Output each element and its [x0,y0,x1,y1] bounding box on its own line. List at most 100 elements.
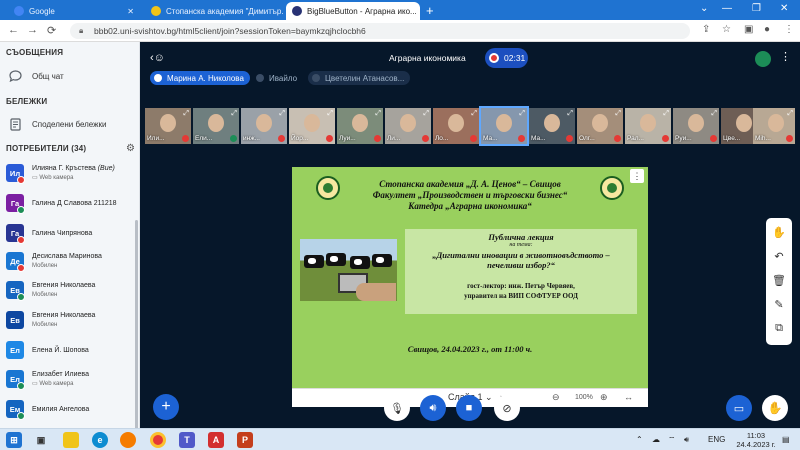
fit-width-icon[interactable]: ↔ [624,392,633,402]
user-list-item[interactable]: Де Десислава Маринова Мобилен [6,250,134,272]
edge-icon[interactable]: e [92,432,108,448]
user-list-item[interactable]: Ил Илияна Г. Кръстева (Вие) ▭ Web камера [6,162,134,184]
talker-chip-active[interactable]: Марина А. Николова [150,71,250,85]
teams-icon[interactable]: T [179,432,195,448]
user-list-scrollbar[interactable] [135,220,138,430]
undo-icon[interactable]: ↶ [766,244,792,268]
user-settings-gear-icon[interactable]: ⚙ [126,143,135,154]
google-icon [14,6,24,16]
user-list-item[interactable]: Ев Евгения Николаева Мобилен [6,279,134,301]
user-device: Web камера [39,174,74,181]
video-tile[interactable]: Олг... ⤢ [577,108,623,144]
video-tile[interactable]: Ло... ⤢ [433,108,479,144]
hand-tool-icon[interactable]: ✋ [766,220,792,244]
browser-tab-academy[interactable]: Стопанска академия "Димитър... ✕ [145,2,283,20]
toggle-userlist-icon[interactable]: ‹☺ [150,52,165,64]
mic-on-icon [230,135,237,142]
zoom-in-icon[interactable]: ⊕ [600,392,608,403]
restore-icon[interactable]: ❐ [752,3,761,14]
tray-up-arrow-icon[interactable]: ⌃ [636,435,643,444]
back-icon[interactable]: ← [8,24,19,36]
options-menu-icon[interactable]: ⋮ [780,50,791,63]
share-icon[interactable]: ⇪ [702,24,710,35]
notifications-icon[interactable]: ▤ [782,435,790,444]
multi-user-pen-icon[interactable]: ✎ [766,292,792,316]
user-name: Емилия Ангелова [32,405,90,413]
actions-plus-button[interactable]: + [153,394,179,420]
public-chat-item[interactable]: Общ чат [8,68,64,84]
raise-hand-button[interactable]: ✋ [762,395,788,421]
start-windows-icon[interactable]: ⊞ [6,432,22,448]
avatar: Ел [6,341,24,359]
video-tile[interactable]: Руи... ⤢ [673,108,719,144]
camera-button[interactable]: ■ [456,395,482,421]
acrobat-icon[interactable]: A [208,432,224,448]
recording-timer[interactable]: 02:31 [485,48,528,68]
users-section-title: ПОТРЕБИТЕЛИ (34) [6,144,87,153]
video-tile[interactable]: Ли... ⤢ [385,108,431,144]
lock-icon: 🔒︎ [79,26,84,35]
browser-menu-icon[interactable]: ⋮ [784,24,794,35]
user-list-item[interactable]: Ел Елена Й. Шопова [6,339,134,361]
mic-icon [154,74,162,82]
url-field[interactable]: 🔒︎ bbb02.uni-svishtov.bg/html5client/joi… [70,23,690,39]
slide-options-icon[interactable]: ⋮ [630,169,644,183]
shared-notes-item[interactable]: Споделени бележки [8,116,106,132]
cows-laptop-photo [300,239,397,301]
powerpoint-icon[interactable]: P [237,432,253,448]
expand-icon: ⤢ [663,110,669,117]
browser-tab-bbb[interactable]: BigBlueButton - Аграрна ико... ✕ [286,2,420,20]
close-tab-icon[interactable]: ✕ [121,7,134,16]
expand-icon: ⤢ [567,110,573,117]
video-tile[interactable]: Рал... ⤢ [625,108,671,144]
connection-status-icon[interactable] [755,51,771,67]
browser-tab-google[interactable]: Google ✕ [8,2,140,20]
user-list-item[interactable]: Ел Елизабет Илиева ▭ Web камера [6,368,134,390]
video-tile[interactable]: Ели... ⤢ [193,108,239,144]
video-tile[interactable]: инж... ⤢ [241,108,287,144]
user-list-item[interactable]: Га Галина Чипрянова [6,222,134,244]
avatar: Ев [6,311,24,329]
user-list-item[interactable]: Ев Евгения Николаева Мобилен [6,309,134,331]
cloud-icon[interactable]: ☁ [652,435,660,444]
video-tile[interactable]: Ма... ⤢ [529,108,575,144]
firefox-icon[interactable] [120,432,136,448]
tab-label: Google [29,6,55,16]
tab-search-icon[interactable]: ⌄ [700,3,708,14]
chrome-icon[interactable] [150,432,166,448]
bigbluebutton-icon [292,6,302,16]
user-list-item[interactable]: Ем Емилия Ангелова [6,398,134,420]
video-tile[interactable]: Или... ⤢ [145,108,191,144]
sidebar-icon[interactable]: ▣ [744,24,753,35]
talker-chip[interactable]: Ивайло [252,71,303,85]
user-list-item[interactable]: Га Галина Д Славова 211218 [6,192,134,214]
forward-icon[interactable]: → [27,24,38,36]
reload-icon[interactable]: ⟳ [47,24,56,37]
talker-chip[interactable]: Цветелин Атанасов... [308,71,411,85]
file-explorer-icon[interactable] [63,432,79,448]
video-tile[interactable]: Mih... ⤢ [753,108,795,144]
volume-icon[interactable]: 🔊︎ [684,435,689,445]
language-indicator[interactable]: ENG [708,435,725,444]
new-tab-button[interactable]: + [426,3,434,18]
zoom-out-icon[interactable]: ⊖ [552,392,560,403]
expand-icon: ⤢ [471,110,477,117]
mic-muted-button[interactable]: 🎙︎ [384,395,410,421]
video-tile[interactable]: Ма... ⤢ [479,106,529,146]
whiteboard-chart-icon[interactable]: ⧉ [766,316,792,340]
presentation-toggle-button[interactable]: ▭ [726,395,752,421]
user-name: Елена Й. Шопова [32,346,89,354]
wifi-icon[interactable]: ⌔ [668,435,676,445]
public-chat-label: Общ чат [32,71,64,81]
video-tile[interactable]: Йор... ⤢ [289,108,335,144]
audio-speaker-button[interactable]: 🔊︎ [420,395,446,421]
minimize-icon[interactable]: — [722,3,732,14]
screen-share-button[interactable]: ⊘ [494,395,520,421]
task-view-icon[interactable]: ▣ [33,432,49,448]
close-window-icon[interactable]: ✕ [780,3,788,14]
bookmark-star-icon[interactable]: ☆ [722,24,731,35]
delete-icon[interactable]: 🗑︎ [766,268,792,292]
system-clock[interactable]: 11:03 24.4.2023 г. [736,431,776,449]
profile-icon[interactable]: ● [764,24,770,35]
video-tile[interactable]: Луи... ⤢ [337,108,383,144]
